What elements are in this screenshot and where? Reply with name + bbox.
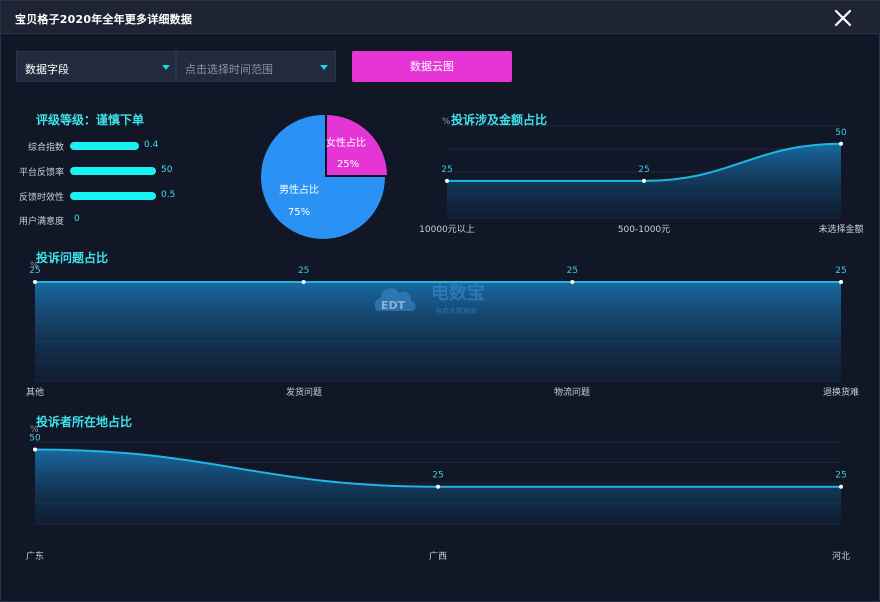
x-tick-label: 河北 [832,550,850,562]
data-field-select-label: 数据字段 [25,63,69,76]
time-range-picker[interactable]: 点击选择时间范围 [176,51,336,82]
pie-label-female: 女性占比 [326,136,366,149]
rating-bar [70,142,139,150]
data-label: 25 [432,471,443,481]
x-tick-label: 物流问题 [554,386,590,398]
data-label: 25 [835,266,846,276]
modal-title: 宝贝格子2020年全年更多详细数据 [15,13,193,26]
data-point [839,484,843,489]
rating-value: 0.4 [144,140,159,150]
x-tick-label: 500-1000元 [618,225,670,235]
data-cloud-button[interactable]: 数据云图 [352,51,512,82]
chevron-down-icon [162,65,170,70]
x-tick-label: 其他 [26,386,44,398]
data-point [839,280,843,284]
watermark-logo-text: EDT [381,299,406,312]
data-point [445,178,449,183]
rating-bar [70,167,156,175]
watermark-subtext: 电商大数据库 [435,306,477,315]
gender-pie-chart: 女性占比 25% 男性占比 75% [261,113,390,239]
x-tick-label: 未选择金额 [818,223,863,235]
time-range-placeholder: 点击选择时间范围 [185,63,273,76]
y-axis-unit: % [30,261,39,271]
data-field-select[interactable]: 数据字段 [16,51,176,82]
data-label: 25 [441,165,452,175]
pie-label-male: 男性占比 [279,183,319,196]
rating-value: 50 [161,165,173,175]
x-tick-label: 广东 [26,550,44,562]
data-point [642,178,646,183]
rating-value: 0.5 [161,190,176,200]
close-icon[interactable] [834,9,852,27]
x-tick-label: 退换货难 [823,386,859,398]
data-label: 50 [835,128,847,138]
data-point [301,280,306,284]
rating-label: 反馈时效性 [18,193,64,203]
rating-value: 0 [74,214,80,224]
y-axis-unit: % [442,117,451,127]
chevron-down-icon [320,65,328,70]
data-point [436,484,440,489]
rating-label: 综合指数 [27,143,64,153]
pie-value-male: 75% [288,207,310,218]
data-point [570,280,575,284]
x-tick-label: 广西 [429,550,447,562]
data-label: 25 [567,266,578,276]
rating-bar [70,192,156,200]
rating-label: 用户满意度 [18,217,64,227]
modal-titlebar: 宝贝格子2020年全年更多详细数据 [1,1,880,34]
pie-value-female: 25% [337,159,359,170]
rating-title: 评级等级：谨慎下单 [36,113,145,127]
watermark-text: 电数宝 [431,282,485,304]
detail-modal: 宝贝格子2020年全年更多详细数据 数据字段 点击选择时间范围 数据云图 评级等… [0,0,880,602]
x-tick-label: 发货问题 [286,386,322,398]
location-area-chart: 50广东25广西25河北% [26,425,850,562]
data-point [33,447,37,452]
y-axis-unit: % [30,425,39,435]
data-label: 25 [835,471,846,481]
data-point [33,280,37,284]
data-label: 25 [298,266,309,276]
data-label: 25 [638,165,649,175]
data-point [839,141,843,146]
amount-area-chart: 25 10000元以上 25 500-1000元 50 未选择金额% [419,117,863,235]
edt-watermark-logo: EDT 电数宝 电商大数据库 [374,282,485,315]
x-tick-label: 10000元以上 [419,224,475,235]
rating-label: 平台反馈率 [18,168,64,178]
